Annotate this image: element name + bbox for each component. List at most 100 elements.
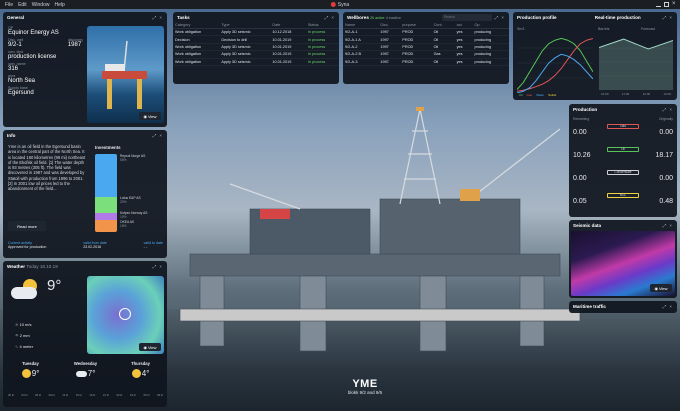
- seismic-panel: Seismic data ⤢ × ◉ View: [569, 220, 677, 298]
- investments-bar: [95, 154, 117, 232]
- hour-label: 09 kl: [48, 393, 55, 397]
- production-original: 0.48: [659, 198, 673, 205]
- hourly-strip: 00 kl 03 kl 06 kl 09 kl 12 kl 15 kl 18 kl 21 kl…: [8, 393, 163, 397]
- location-marker-icon: [119, 308, 131, 320]
- table-row[interactable]: Work obligation Apply 3D seismic 10.01.201…: [173, 50, 339, 59]
- minimize-icon[interactable]: [656, 2, 661, 7]
- forecast-day: Wednesday 7°: [73, 361, 98, 378]
- tick-label: 13:00: [663, 92, 671, 96]
- tasks-title: Tasks: [177, 14, 190, 20]
- valid-to-value: - -: [143, 245, 147, 249]
- investments-title: Investments: [95, 145, 121, 150]
- menu-edit[interactable]: Edit: [18, 2, 27, 8]
- production-row: Oil 10.26 18.17: [573, 145, 673, 168]
- weather-date: Today 18.10.19: [26, 263, 58, 269]
- production-profile-title: Production profile: [517, 14, 557, 20]
- table-row[interactable]: 9/2-A-3 1997 PROD Oil yes producing: [343, 58, 509, 66]
- production-profile-chart: [517, 37, 593, 93]
- field-name: YME: [352, 378, 378, 390]
- tick-label: 12:00: [642, 92, 651, 96]
- info-title: Info: [7, 132, 16, 138]
- hour-label: 03 kl: [129, 393, 136, 397]
- table-row[interactable]: Work obligation Apply 3D seismic 10.01.201…: [173, 43, 339, 52]
- panel-controls-icon[interactable]: ⤢ ×: [495, 15, 505, 20]
- table-row[interactable]: 9/2-A-1 A 1997 PROD Oil yes producing: [343, 35, 509, 44]
- forecast-day: Thursday 4°: [131, 361, 150, 378]
- wellbores-table: Name Disc. purpose Cont. act. Op. 9/2-A-1 1997…: [343, 22, 509, 66]
- production-panel: Production ⤢ × Remaining Originally Gas 0.0…: [569, 104, 677, 217]
- app-logo-icon: [330, 2, 336, 7]
- partly-cloudy-icon: [131, 369, 141, 378]
- field-blocks: blokk 9/2 and 9/5: [347, 390, 383, 395]
- panel-controls-icon[interactable]: ⤢ ×: [153, 264, 163, 269]
- read-more-button[interactable]: Read more: [8, 221, 46, 231]
- investment-segment: [95, 196, 117, 213]
- partly-cloudy-icon: [11, 279, 41, 301]
- panel-controls-icon[interactable]: ⤢ ×: [153, 15, 163, 20]
- tasks-panel: Tasks ⤢ × Category Type Date Status Work obl…: [173, 12, 339, 84]
- investment-segment: [95, 212, 117, 221]
- photo-view-button[interactable]: ◉ View: [139, 112, 161, 120]
- panel-controls-icon[interactable]: ⤢ ×: [663, 223, 673, 228]
- info-text: Yme is an oil field in the Egersund basi…: [8, 144, 86, 192]
- forecast-day: Tuesday 9°: [21, 361, 40, 378]
- table-row[interactable]: Decision Decision to drill 10.01.2019 In pr…: [173, 35, 339, 44]
- production-original: 0.00: [659, 129, 673, 136]
- hour-label: 00 kl: [116, 393, 123, 397]
- panel-controls-icon[interactable]: ⤢ ×: [153, 133, 163, 138]
- production-row: NGL 0.05 0.48: [573, 191, 673, 214]
- production-name: Condensate: [614, 170, 632, 174]
- production-name: Gas: [620, 124, 626, 128]
- seismic-view-button[interactable]: ◉ View: [650, 284, 672, 292]
- weather-map: ◉ View: [87, 276, 164, 354]
- general-title: General: [7, 14, 25, 20]
- production-name: NGL: [619, 193, 627, 197]
- active-count: 26 active: [370, 15, 385, 20]
- eye-icon: ◉: [654, 285, 658, 291]
- panel-controls-icon[interactable]: ⤢ ×: [663, 107, 673, 112]
- field-caption: YME blokk 9/2 and 9/5: [295, 378, 435, 395]
- production-profile-panel: Production profile Real-time production ⤢ …: [513, 12, 677, 100]
- menu-file[interactable]: File: [5, 2, 13, 8]
- panel-controls-icon[interactable]: ⤢ ×: [663, 304, 673, 309]
- menu-help[interactable]: Help: [54, 2, 64, 8]
- area-value: North Sea: [8, 78, 36, 84]
- inactive-count: 4 inactive: [385, 15, 402, 20]
- maximize-icon[interactable]: [664, 2, 669, 7]
- valid-from-value: 23.02.2016: [83, 245, 102, 249]
- wellbores-panel: Wellbores 26 active 4 inactive ⤢ × NameD…: [343, 12, 509, 84]
- general-panel: General ⤢ × OP Equinor Energy AS Disc. we…: [3, 12, 167, 127]
- table-row[interactable]: 9/2-A-2 1997 PROD Oil yes producing: [343, 43, 509, 52]
- wellbore-search-input[interactable]: [441, 13, 492, 21]
- production-row: Condensate 0.00 0.00: [573, 168, 673, 191]
- hour-label: 09 kl: [157, 393, 163, 397]
- app-title: Syna: [330, 2, 349, 8]
- tick-label: 11:00: [621, 92, 630, 96]
- supply-value: Egersund: [8, 90, 34, 96]
- menu-window[interactable]: Window: [32, 2, 50, 8]
- panel-controls-icon[interactable]: ⤢ ×: [325, 15, 335, 20]
- production-original: 18.17: [655, 152, 673, 159]
- hour-label: 06 kl: [35, 393, 42, 397]
- realtime-unit: Barrels: [598, 27, 610, 31]
- original-label: Originally: [658, 117, 673, 121]
- investment-pct: 15%: [120, 224, 127, 228]
- weather-view-button[interactable]: ◉ View: [139, 343, 161, 351]
- hour-label: 21 kl: [102, 393, 109, 397]
- table-row[interactable]: Work obligation Apply 3D seismic 10.01.201…: [173, 58, 339, 66]
- investment-pct: 10%: [120, 215, 127, 219]
- maritime-title: Maritime traffic: [573, 303, 606, 309]
- series-line-oil: [517, 37, 593, 90]
- production-remaining: 10.26: [573, 152, 591, 159]
- panel-controls-icon[interactable]: ⤢ ×: [663, 15, 673, 20]
- table-row[interactable]: 9/2-A-2 B 1997 PROD Gas yes producing: [343, 50, 509, 59]
- table-row[interactable]: 9/2-A-1 1997 PROD Oil yes producing: [343, 28, 509, 37]
- cloud-icon: [75, 370, 87, 377]
- table-row[interactable]: Work obligation Apply 3D seismic 10.12.201…: [173, 28, 339, 37]
- production-original: 0.00: [659, 175, 673, 182]
- close-icon[interactable]: ×: [672, 1, 677, 7]
- weather-title: Weather: [7, 263, 26, 269]
- license-value: production license: [8, 54, 57, 60]
- investment-segment: [95, 154, 117, 197]
- production-remaining: 0.00: [573, 129, 587, 136]
